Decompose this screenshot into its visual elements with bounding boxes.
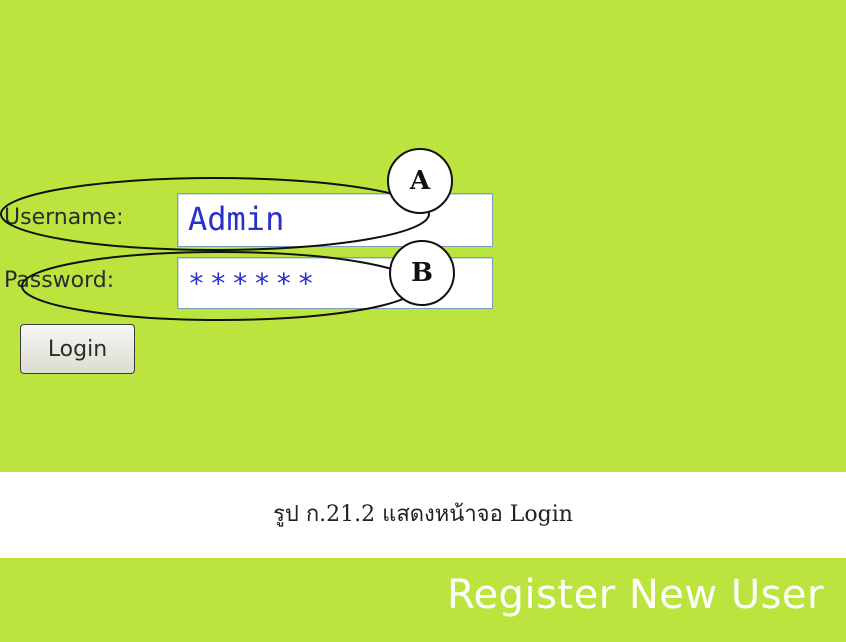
- annotation-badge-a: A: [387, 148, 453, 214]
- figure-caption: รูป ก.21.2 แสดงหน้าจอ Login: [273, 502, 573, 527]
- login-button[interactable]: Login: [20, 324, 135, 374]
- username-label: Username:: [4, 205, 124, 230]
- password-label: Password:: [4, 268, 115, 293]
- annotation-badge-b: B: [389, 240, 455, 306]
- register-new-user-link[interactable]: Register New User: [447, 572, 824, 618]
